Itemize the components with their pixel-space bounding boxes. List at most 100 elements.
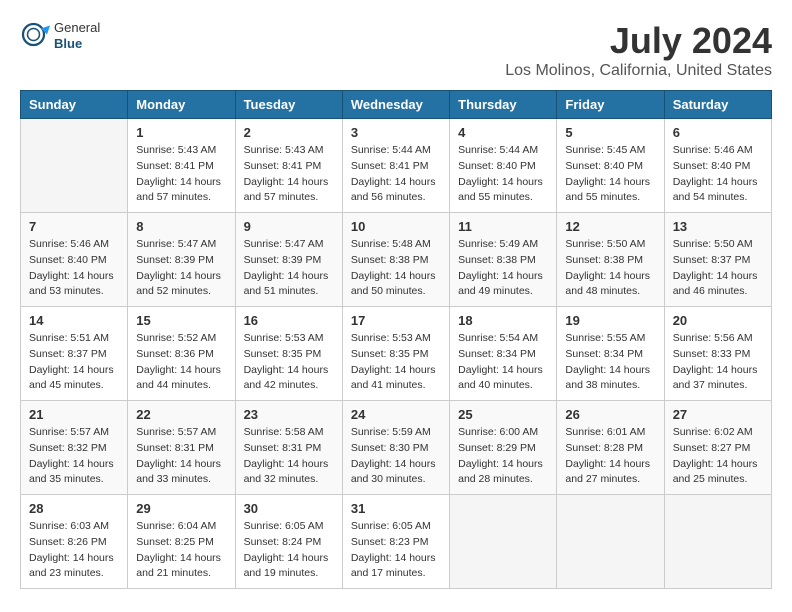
calendar-cell: 6 Sunrise: 5:46 AM Sunset: 8:40 PM Daylig… xyxy=(664,119,771,213)
day-number: 4 xyxy=(458,125,548,140)
day-number: 20 xyxy=(673,313,763,328)
day-number: 27 xyxy=(673,407,763,422)
calendar-cell: 27 Sunrise: 6:02 AM Sunset: 8:27 PM Dayli… xyxy=(664,401,771,495)
day-number: 11 xyxy=(458,219,548,234)
calendar-cell: 26Sunrise: 6:01 AM Sunset: 8:28 PM Dayli… xyxy=(557,401,664,495)
header: General Blue July 2024 Los Molinos, Cali… xyxy=(20,20,772,80)
calendar-cell: 23 Sunrise: 5:58 AM Sunset: 8:31 PM Dayli… xyxy=(235,401,342,495)
day-number: 2 xyxy=(244,125,334,140)
logo-line2: Blue xyxy=(54,36,100,52)
week-row-5: 28 Sunrise: 6:03 AM Sunset: 8:26 PM Dayli… xyxy=(21,495,772,589)
day-number: 29 xyxy=(136,501,226,516)
day-info: Sunrise: 6:03 AM Sunset: 8:26 PM Dayligh… xyxy=(29,519,119,582)
day-info: Sunrise: 5:50 AM Sunset: 8:37 PM Dayligh… xyxy=(673,237,763,300)
calendar-cell xyxy=(21,119,128,213)
day-info: Sunrise: 5:46 AM Sunset: 8:40 PM Dayligh… xyxy=(673,143,763,206)
day-number: 31 xyxy=(351,501,441,516)
day-info: Sunrise: 5:52 AM Sunset: 8:36 PM Dayligh… xyxy=(136,331,226,394)
day-info: Sunrise: 5:46 AM Sunset: 8:40 PM Dayligh… xyxy=(29,237,119,300)
calendar-cell: 13 Sunrise: 5:50 AM Sunset: 8:37 PM Dayli… xyxy=(664,213,771,307)
day-info: Sunrise: 5:48 AM Sunset: 8:38 PM Dayligh… xyxy=(351,237,441,300)
day-number: 3 xyxy=(351,125,441,140)
calendar-header-saturday: Saturday xyxy=(664,91,771,119)
calendar-cell: 7 Sunrise: 5:46 AM Sunset: 8:40 PM Daylig… xyxy=(21,213,128,307)
day-number: 28 xyxy=(29,501,119,516)
day-info: Sunrise: 5:49 AM Sunset: 8:38 PM Dayligh… xyxy=(458,237,548,300)
logo-text: General Blue xyxy=(54,20,100,51)
day-number: 30 xyxy=(244,501,334,516)
day-number: 23 xyxy=(244,407,334,422)
day-number: 24 xyxy=(351,407,441,422)
day-info: Sunrise: 5:43 AM Sunset: 8:41 PM Dayligh… xyxy=(244,143,334,206)
day-number: 5 xyxy=(565,125,655,140)
calendar-cell: 1 Sunrise: 5:43 AM Sunset: 8:41 PM Daylig… xyxy=(128,119,235,213)
day-number: 18 xyxy=(458,313,548,328)
day-number: 8 xyxy=(136,219,226,234)
page-subtitle: Los Molinos, California, United States xyxy=(505,62,772,80)
calendar-cell: 28 Sunrise: 6:03 AM Sunset: 8:26 PM Dayli… xyxy=(21,495,128,589)
calendar-cell: 14Sunrise: 5:51 AM Sunset: 8:37 PM Dayli… xyxy=(21,307,128,401)
day-info: Sunrise: 6:04 AM Sunset: 8:25 PM Dayligh… xyxy=(136,519,226,582)
day-info: Sunrise: 5:47 AM Sunset: 8:39 PM Dayligh… xyxy=(244,237,334,300)
week-row-4: 21 Sunrise: 5:57 AM Sunset: 8:32 PM Dayli… xyxy=(21,401,772,495)
day-info: Sunrise: 5:50 AM Sunset: 8:38 PM Dayligh… xyxy=(565,237,655,300)
calendar-cell: 18 Sunrise: 5:54 AM Sunset: 8:34 PM Dayli… xyxy=(450,307,557,401)
day-info: Sunrise: 5:55 AM Sunset: 8:34 PM Dayligh… xyxy=(565,331,655,394)
day-info: Sunrise: 5:57 AM Sunset: 8:32 PM Dayligh… xyxy=(29,425,119,488)
day-info: Sunrise: 5:59 AM Sunset: 8:30 PM Dayligh… xyxy=(351,425,441,488)
calendar-header-thursday: Thursday xyxy=(450,91,557,119)
calendar-cell: 4 Sunrise: 5:44 AM Sunset: 8:40 PM Daylig… xyxy=(450,119,557,213)
day-info: Sunrise: 5:43 AM Sunset: 8:41 PM Dayligh… xyxy=(136,143,226,206)
calendar-cell: 19 Sunrise: 5:55 AM Sunset: 8:34 PM Dayli… xyxy=(557,307,664,401)
calendar-cell: 17Sunrise: 5:53 AM Sunset: 8:35 PM Dayli… xyxy=(342,307,449,401)
day-number: 17 xyxy=(351,313,441,328)
calendar-header-friday: Friday xyxy=(557,91,664,119)
calendar-header-row: SundayMondayTuesdayWednesdayThursdayFrid… xyxy=(21,91,772,119)
calendar-cell: 31Sunrise: 6:05 AM Sunset: 8:23 PM Dayli… xyxy=(342,495,449,589)
day-number: 1 xyxy=(136,125,226,140)
calendar-cell: 5 Sunrise: 5:45 AM Sunset: 8:40 PM Daylig… xyxy=(557,119,664,213)
calendar-cell: 16Sunrise: 5:53 AM Sunset: 8:35 PM Dayli… xyxy=(235,307,342,401)
calendar-header-wednesday: Wednesday xyxy=(342,91,449,119)
day-number: 13 xyxy=(673,219,763,234)
day-number: 26 xyxy=(565,407,655,422)
day-info: Sunrise: 5:58 AM Sunset: 8:31 PM Dayligh… xyxy=(244,425,334,488)
calendar-cell: 24 Sunrise: 5:59 AM Sunset: 8:30 PM Dayli… xyxy=(342,401,449,495)
day-info: Sunrise: 6:00 AM Sunset: 8:29 PM Dayligh… xyxy=(458,425,548,488)
week-row-3: 14Sunrise: 5:51 AM Sunset: 8:37 PM Dayli… xyxy=(21,307,772,401)
day-number: 6 xyxy=(673,125,763,140)
day-number: 15 xyxy=(136,313,226,328)
calendar-cell: 12 Sunrise: 5:50 AM Sunset: 8:38 PM Dayli… xyxy=(557,213,664,307)
calendar-cell xyxy=(664,495,771,589)
calendar-cell xyxy=(557,495,664,589)
day-info: Sunrise: 5:54 AM Sunset: 8:34 PM Dayligh… xyxy=(458,331,548,394)
page-title: July 2024 xyxy=(505,20,772,62)
day-info: Sunrise: 6:02 AM Sunset: 8:27 PM Dayligh… xyxy=(673,425,763,488)
day-info: Sunrise: 5:45 AM Sunset: 8:40 PM Dayligh… xyxy=(565,143,655,206)
title-section: July 2024 Los Molinos, California, Unite… xyxy=(505,20,772,80)
day-number: 21 xyxy=(29,407,119,422)
day-number: 9 xyxy=(244,219,334,234)
day-number: 12 xyxy=(565,219,655,234)
day-info: Sunrise: 5:44 AM Sunset: 8:40 PM Dayligh… xyxy=(458,143,548,206)
day-info: Sunrise: 5:44 AM Sunset: 8:41 PM Dayligh… xyxy=(351,143,441,206)
calendar-cell: 11 Sunrise: 5:49 AM Sunset: 8:38 PM Dayli… xyxy=(450,213,557,307)
calendar-header-monday: Monday xyxy=(128,91,235,119)
day-number: 14 xyxy=(29,313,119,328)
calendar-cell: 15 Sunrise: 5:52 AM Sunset: 8:36 PM Dayli… xyxy=(128,307,235,401)
day-number: 19 xyxy=(565,313,655,328)
logo-icon xyxy=(20,21,50,51)
day-number: 7 xyxy=(29,219,119,234)
logo-line1: General xyxy=(54,20,100,36)
calendar-cell xyxy=(450,495,557,589)
calendar-cell: 9 Sunrise: 5:47 AM Sunset: 8:39 PM Daylig… xyxy=(235,213,342,307)
calendar-cell: 29 Sunrise: 6:04 AM Sunset: 8:25 PM Dayli… xyxy=(128,495,235,589)
week-row-2: 7 Sunrise: 5:46 AM Sunset: 8:40 PM Daylig… xyxy=(21,213,772,307)
calendar-cell: 25 Sunrise: 6:00 AM Sunset: 8:29 PM Dayli… xyxy=(450,401,557,495)
calendar-cell: 8Sunrise: 5:47 AM Sunset: 8:39 PM Daylig… xyxy=(128,213,235,307)
calendar-cell: 2 Sunrise: 5:43 AM Sunset: 8:41 PM Daylig… xyxy=(235,119,342,213)
logo: General Blue xyxy=(20,20,100,51)
day-info: Sunrise: 5:57 AM Sunset: 8:31 PM Dayligh… xyxy=(136,425,226,488)
day-number: 25 xyxy=(458,407,548,422)
day-number: 10 xyxy=(351,219,441,234)
